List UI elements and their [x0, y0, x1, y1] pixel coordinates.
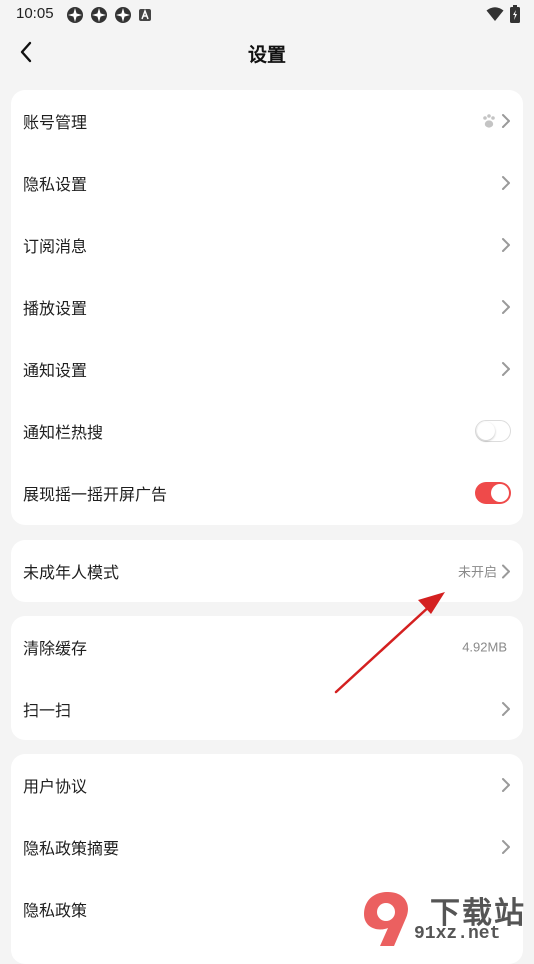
settings-item-minor-mode[interactable]: 未成年人模式 未开启: [11, 540, 523, 602]
settings-item-label: 清除缓存: [23, 641, 88, 658]
settings-item-label: 展现摇一摇开屏广告: [23, 487, 168, 504]
chevron-right-icon: [502, 114, 510, 128]
watermark-bottom-text: 91xz.net: [414, 924, 501, 944]
settings-item-playback[interactable]: 播放设置: [11, 276, 523, 338]
chevron-right-icon: [502, 362, 510, 376]
minor-mode-status: 未开启: [457, 564, 497, 580]
chevron-right-icon: [502, 176, 510, 190]
status-time: 10:05: [16, 5, 54, 22]
settings-item-label: 通知栏热搜: [23, 425, 104, 442]
settings-item-shake-ad: 展现摇一摇开屏广告: [11, 462, 523, 524]
settings-item-label: 隐私政策摘要: [23, 841, 120, 858]
chevron-right-icon: [502, 300, 510, 314]
shake-ad-toggle[interactable]: [475, 482, 511, 504]
settings-item-label: 未成年人模式: [23, 565, 120, 582]
chevron-right-icon: [502, 702, 510, 716]
settings-item-label: 账号管理: [23, 115, 88, 132]
settings-item-clear-cache[interactable]: 清除缓存 4.92MB: [11, 616, 523, 678]
watermark-logo-icon: [364, 892, 408, 946]
settings-item-scan[interactable]: 扫一扫: [11, 678, 523, 740]
hot-search-toggle[interactable]: [475, 420, 511, 442]
a-badge-icon: [139, 8, 151, 21]
watermark: 下载站 91xz.net: [358, 888, 528, 948]
settings-item-label: 通知设置: [23, 363, 88, 380]
app-notification-icon: [67, 7, 83, 23]
battery-icon: [510, 5, 520, 23]
settings-item-label: 扫一扫: [23, 703, 72, 720]
chevron-right-icon: [502, 238, 510, 252]
toggle-knob: [491, 484, 509, 502]
status-bar: 10:05: [0, 0, 534, 28]
app-notification-icon: [91, 7, 107, 23]
chevron-right-icon: [502, 564, 510, 578]
settings-card-general: 账号管理 隐私设置 订阅消息 播放设置 通知设置 通知栏热搜 展现摇一摇开屏广告: [11, 90, 523, 525]
settings-item-subscription[interactable]: 订阅消息: [11, 214, 523, 276]
settings-item-user-agreement[interactable]: 用户协议: [11, 754, 523, 816]
settings-card-minor: 未成年人模式 未开启: [11, 540, 523, 602]
settings-item-label: 用户协议: [23, 779, 88, 796]
cache-size: 4.92MB: [462, 639, 507, 655]
settings-item-account[interactable]: 账号管理: [11, 90, 523, 152]
app-notification-icon: [115, 7, 131, 23]
page-title: 设置: [247, 45, 286, 66]
settings-item-privacy[interactable]: 隐私设置: [11, 152, 523, 214]
settings-item-notification[interactable]: 通知设置: [11, 338, 523, 400]
settings-item-notification-hot-search: 通知栏热搜: [11, 400, 523, 462]
chevron-right-icon: [502, 778, 510, 792]
settings-item-label: 订阅消息: [23, 239, 88, 256]
settings-item-privacy-summary[interactable]: 隐私政策摘要: [11, 816, 523, 878]
settings-item-label: 播放设置: [23, 301, 88, 318]
header: 设置: [0, 28, 534, 76]
settings-card-tools: 清除缓存 4.92MB 扫一扫: [11, 616, 523, 740]
toggle-knob: [477, 422, 495, 440]
settings-item-label: 隐私设置: [23, 177, 88, 194]
wifi-icon: [486, 7, 504, 21]
paw-icon: [483, 114, 495, 128]
settings-item-label: 隐私政策: [23, 903, 88, 920]
system-icons: [486, 5, 520, 23]
chevron-right-icon: [502, 840, 510, 854]
notification-icons: [66, 6, 152, 24]
